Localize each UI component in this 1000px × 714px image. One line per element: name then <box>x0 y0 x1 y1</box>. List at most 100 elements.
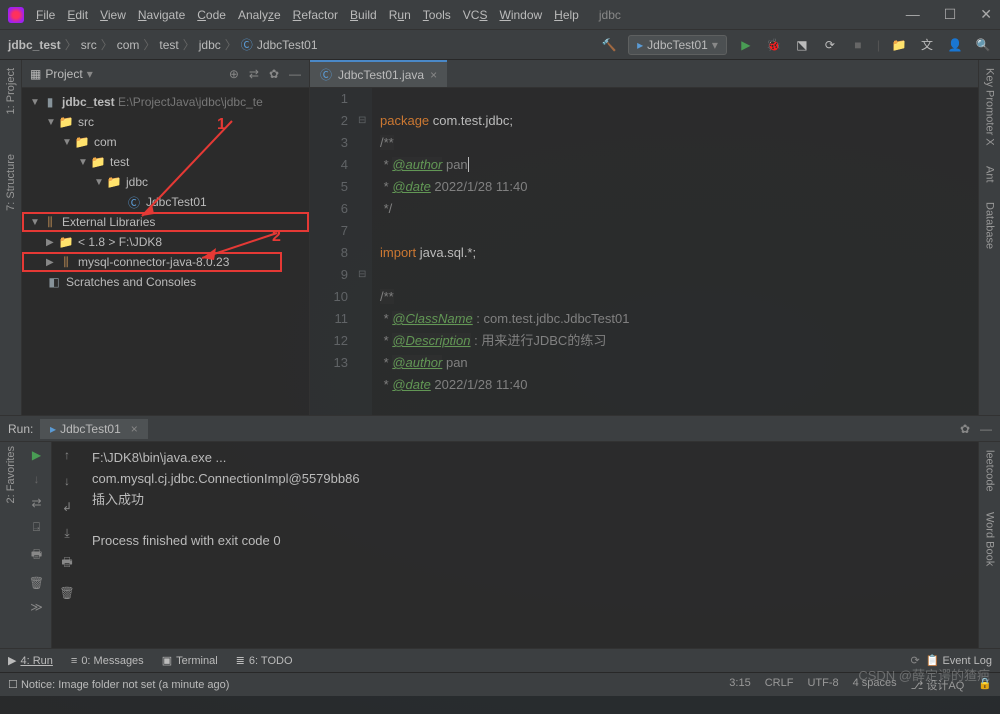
tab-label: JdbcTest01.java <box>338 68 424 82</box>
fold-gutter[interactable]: ⊟⊟ <box>358 88 372 415</box>
menu-window[interactable]: Window <box>499 8 542 22</box>
select-open-file-icon[interactable]: ⊕ <box>229 67 239 81</box>
panel-title[interactable]: Project <box>45 67 82 81</box>
profile-button[interactable]: ⟳ <box>821 36 839 54</box>
event-log[interactable]: 📋 Event Log <box>926 654 992 667</box>
bottom-messages[interactable]: ≡ 0: Messages <box>71 655 144 667</box>
more-button[interactable]: ≫ <box>30 600 43 614</box>
crumb-src[interactable]: src <box>81 38 97 52</box>
tool-ant[interactable]: Ant <box>984 166 996 183</box>
menu-code[interactable]: Code <box>197 8 226 22</box>
debug-button[interactable]: 🐞 <box>765 36 783 54</box>
lock-icon[interactable]: 🔒 <box>978 677 992 693</box>
export-button[interactable]: ⍈ <box>33 520 40 535</box>
tree-com[interactable]: ▼📁com <box>22 132 309 152</box>
hide-icon[interactable]: — <box>289 67 301 81</box>
print-button[interactable]: 🖶 <box>31 545 42 566</box>
tree-scratches[interactable]: ◧Scratches and Consoles <box>22 272 309 292</box>
close-button[interactable]: ✕ <box>980 6 992 23</box>
tree-mysql-connector[interactable]: ▶⫼mysql-connector-java-8.0.23 <box>22 252 282 272</box>
run-side-toolbar: ▶ ↓ ⇄ ⍈ 🖶 🗑 ≫ <box>22 442 52 648</box>
bottom-run[interactable]: ▶ 4: Run <box>8 654 53 667</box>
chevron-down-icon[interactable]: ▾ <box>87 67 93 81</box>
bottom-terminal[interactable]: ▣ Terminal <box>162 654 218 667</box>
tool-favorites[interactable]: 2: Favorites <box>5 446 17 503</box>
rerun-button[interactable]: ▶ <box>32 448 41 462</box>
tree-src[interactable]: ▼📁src <box>22 112 309 132</box>
editor-tab[interactable]: Ⓒ JdbcTest01.java × <box>310 60 447 87</box>
menu-build[interactable]: Build <box>350 8 377 22</box>
gear-icon[interactable]: ✿ <box>269 67 279 81</box>
tree-jdbc[interactable]: ▼📁jdbc <box>22 172 309 192</box>
tool-keypromoter[interactable]: Key Promoter X <box>984 68 996 146</box>
run-panel: Run: ▸JdbcTest01× ✿ — 2: Favorites ▶ ↓ ⇄… <box>0 415 1000 648</box>
indent[interactable]: 4 spaces <box>853 677 897 693</box>
crumb-jdbc[interactable]: jdbc <box>199 38 221 52</box>
scroll-icon[interactable]: ⤓ <box>64 526 69 541</box>
menu-tools[interactable]: Tools <box>423 8 451 22</box>
stop-button[interactable]: ■ <box>849 36 867 54</box>
menu-navigate[interactable]: Navigate <box>138 8 185 22</box>
tool-leetcode[interactable]: leetcode <box>984 450 996 492</box>
tool-project[interactable]: 1: Project <box>5 68 17 114</box>
maximize-button[interactable]: ☐ <box>944 6 957 23</box>
print2-icon[interactable]: 🖶 <box>61 553 72 574</box>
delete-button[interactable]: 🗑 <box>29 576 44 590</box>
stop-button[interactable]: ↓ <box>34 472 40 486</box>
tool-structure[interactable]: 7: Structure <box>5 154 17 211</box>
crumb-class[interactable]: JdbcTest01 <box>257 38 318 52</box>
search-button[interactable]: 🔍 <box>974 36 992 54</box>
status-icon[interactable]: ☐ <box>8 678 18 691</box>
caret-pos[interactable]: 3:15 <box>729 677 750 693</box>
expand-all-icon[interactable]: ⇄ <box>249 67 259 81</box>
update-button[interactable]: 📁 <box>890 36 908 54</box>
avatar-icon[interactable]: 👤 <box>946 36 964 54</box>
project-tree[interactable]: ▼▮jdbc_test E:\ProjectJava\jdbc\jdbc_te … <box>22 88 309 296</box>
run-output[interactable]: F:\JDK8\bin\java.exe ... com.mysql.cj.jd… <box>82 442 978 648</box>
code-area[interactable]: 12345678910111213 ⊟⊟ package com.test.jd… <box>310 88 978 415</box>
translate-button[interactable]: 文 <box>918 36 936 54</box>
menu-run[interactable]: Run <box>389 8 411 22</box>
git-branch[interactable]: ⎇ 设计AQ <box>911 677 965 693</box>
bottom-todo[interactable]: ≣ 6: TODO <box>236 654 293 667</box>
line-sep[interactable]: CRLF <box>765 677 794 693</box>
wrap-icon[interactable]: ↲ <box>62 500 72 514</box>
menu-analyze[interactable]: Analyze <box>238 8 281 22</box>
close-icon[interactable]: × <box>131 422 138 436</box>
clear-icon[interactable]: 🗑 <box>59 586 74 600</box>
gear-icon[interactable]: ✿ <box>960 422 970 436</box>
tree-class[interactable]: ⒸJdbcTest01 <box>22 192 309 212</box>
menu-edit[interactable]: Edit <box>67 8 88 22</box>
menu-file[interactable]: File <box>36 8 55 22</box>
tree-external-libraries[interactable]: ▼⫼External Libraries <box>22 212 309 232</box>
menu-view[interactable]: View <box>100 8 126 22</box>
crumb-com[interactable]: com <box>117 38 140 52</box>
run-config-label: JdbcTest01 <box>647 38 708 52</box>
toggle-button[interactable]: ⇄ <box>31 496 41 510</box>
run-button[interactable]: ▶ <box>737 36 755 54</box>
tool-database[interactable]: Database <box>984 202 996 249</box>
down-icon[interactable]: ↓ <box>64 474 70 488</box>
project-panel: ▦ Project ▾ ⊕ ⇄ ✿ — ▼▮jdbc_test E:\Proje… <box>22 60 310 415</box>
run-tab[interactable]: ▸JdbcTest01× <box>40 419 148 439</box>
tree-jdk[interactable]: ▶📁< 1.8 > F:\JDK8 <box>22 232 309 252</box>
crumb-test[interactable]: test <box>159 38 178 52</box>
tree-test[interactable]: ▼📁test <box>22 152 309 172</box>
tool-wordbook[interactable]: Word Book <box>984 512 996 566</box>
menu-help[interactable]: Help <box>554 8 579 22</box>
minimize-button[interactable]: — <box>906 6 920 23</box>
hide-icon[interactable]: — <box>980 422 992 436</box>
breadcrumb[interactable]: jdbc_test〉 src〉 com〉 test〉 jdbc〉 Ⓒ JdbcT… <box>8 36 318 53</box>
menu-vcs[interactable]: VCS <box>463 8 488 22</box>
build-icon[interactable]: 🔨 <box>600 36 618 54</box>
run-config-selector[interactable]: ▸ JdbcTest01 ▾ <box>628 35 727 55</box>
progress-icon[interactable]: ⟳ <box>910 654 919 667</box>
encoding[interactable]: UTF-8 <box>807 677 838 693</box>
titlebar: File Edit View Navigate Code Analyze Ref… <box>0 0 1000 30</box>
up-icon[interactable]: ↑ <box>64 448 70 462</box>
close-tab-icon[interactable]: × <box>430 68 437 82</box>
coverage-button[interactable]: ⬔ <box>793 36 811 54</box>
tree-root[interactable]: ▼▮jdbc_test E:\ProjectJava\jdbc\jdbc_te <box>22 92 309 112</box>
crumb-project[interactable]: jdbc_test <box>8 38 61 52</box>
menu-refactor[interactable]: Refactor <box>293 8 338 22</box>
